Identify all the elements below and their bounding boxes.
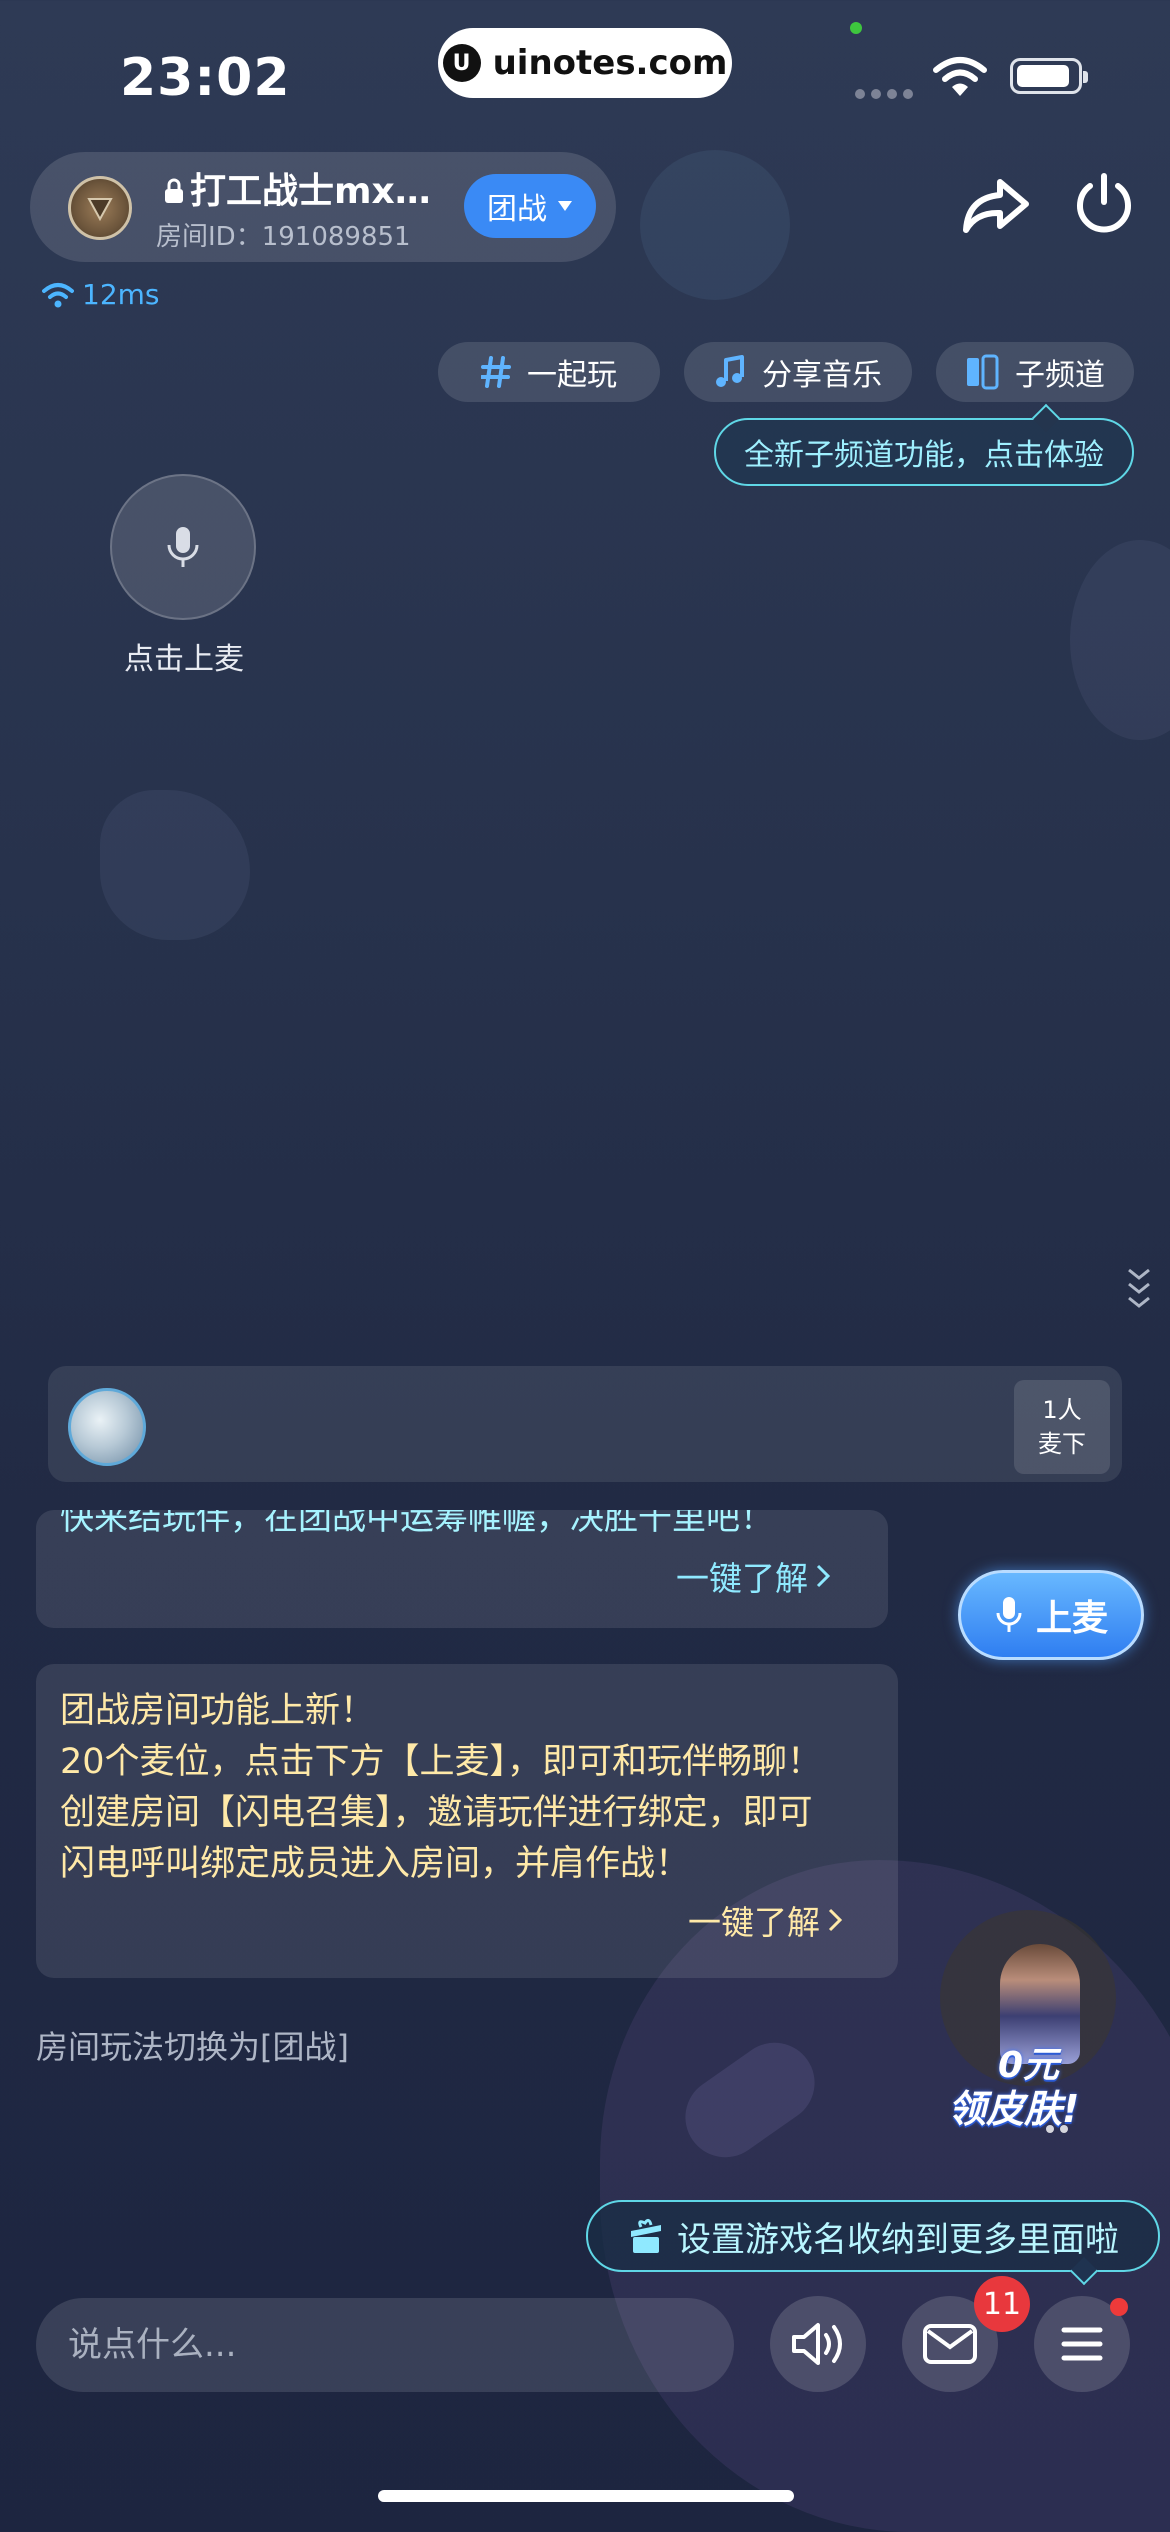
speaker-button[interactable] xyxy=(770,2296,866,2392)
chat-message-text: 团战房间功能上新！ 20个麦位，点击下方【上麦】，即可和玩伴畅聊！ 创建房间【闪… xyxy=(60,1686,822,1890)
microphone-icon xyxy=(167,527,199,567)
system-message: 房间玩法切换为[团战] xyxy=(36,2028,349,2066)
brand-logo-icon: U xyxy=(442,44,481,82)
wifi-icon xyxy=(932,56,988,102)
member-avatar[interactable] xyxy=(68,1388,146,1466)
chat-line: 团战房间功能上新！ xyxy=(60,1691,376,1731)
chip-label: 分享音乐 xyxy=(762,358,882,393)
room-title: 打工战士mx… xyxy=(162,162,431,214)
latency-value: 12ms xyxy=(82,278,160,311)
network-latency: 12ms xyxy=(42,278,160,311)
chat-input[interactable] xyxy=(36,2298,734,2392)
chip-label: 子频道 xyxy=(1015,358,1105,393)
chat-message-card: 团战房间功能上新！ 20个麦位，点击下方【上麦】，即可和玩伴畅聊！ 创建房间【闪… xyxy=(36,1664,898,1978)
battery-icon xyxy=(1010,58,1088,94)
take-mic-button[interactable]: 上麦 xyxy=(958,1570,1144,1660)
chat-message-text: 快来结玩伴，在团战中运筹帷幄，决胜千里吧！ xyxy=(60,1510,774,1538)
chip-play-together[interactable]: 一起玩 xyxy=(438,342,660,402)
chevron-right-icon xyxy=(816,1564,830,1588)
promo-free-skin-badge[interactable]: 0元 领皮肤! xyxy=(940,1910,1130,2133)
exit-room-power-icon[interactable] xyxy=(1070,170,1138,242)
subchannel-icon xyxy=(967,354,999,390)
room-mode-label: 团战 xyxy=(487,192,547,227)
chip-label: 一起玩 xyxy=(527,358,617,393)
decorative-blob xyxy=(1070,540,1170,740)
take-mic-label: 上麦 xyxy=(1035,1598,1108,1639)
room-id: 房间ID：191089851 xyxy=(156,222,411,252)
tip-banner-text: 设置游戏名收纳到更多里面啦 xyxy=(677,2219,1119,2260)
room-mode-dropdown[interactable]: 团战 xyxy=(464,174,596,238)
offmic-label: 麦下 xyxy=(1038,1430,1086,1458)
menu-notification-dot xyxy=(1110,2298,1128,2316)
share-icon[interactable] xyxy=(960,176,1032,240)
chat-line: 20个麦位，点击下方【上麦】，即可和玩伴畅聊！ xyxy=(60,1742,823,1782)
members-bar xyxy=(48,1366,1122,1482)
learn-more-label: 一键了解 xyxy=(688,1903,820,1942)
room-avatar[interactable] xyxy=(68,176,132,240)
brand-label: uinotes.com xyxy=(492,43,728,83)
gift-box-icon xyxy=(631,2218,661,2253)
promo-pager-dots xyxy=(1046,2118,1074,2137)
chip-share-music[interactable]: 分享音乐 xyxy=(684,342,912,402)
cellular-signal-icon xyxy=(855,84,919,103)
chat-line: 闪电呼叫绑定成员进入房间，并肩作战！ xyxy=(60,1844,691,1884)
microphone-icon xyxy=(996,1597,1022,1632)
chat-line: 创建房间【闪电召集】，邀请玩伴进行绑定，即可 xyxy=(60,1793,813,1833)
learn-more-link[interactable]: 一键了解 xyxy=(688,1896,842,1944)
learn-more-label: 一键了解 xyxy=(676,1559,808,1598)
caret-down-icon xyxy=(558,201,572,211)
game-name-tip-banner[interactable]: 设置游戏名收纳到更多里面啦 xyxy=(586,2200,1160,2286)
home-indicator[interactable] xyxy=(378,2490,794,2502)
wifi-latency-icon xyxy=(42,282,74,307)
offmic-members-button[interactable]: 1人 麦下 xyxy=(1014,1380,1110,1474)
offmic-count: 1人 xyxy=(1042,1396,1082,1424)
mail-unread-badge: 11 xyxy=(974,2276,1030,2332)
lock-icon xyxy=(165,178,183,203)
decorative-blob xyxy=(640,150,790,300)
room-title-text: 打工战士mx… xyxy=(190,171,431,212)
speaker-icon xyxy=(792,2323,842,2365)
subchannel-tooltip[interactable]: 全新子频道功能，点击体验 xyxy=(714,403,1134,486)
brand-watermark: U uinotes.com xyxy=(438,28,732,98)
decorative-blob xyxy=(100,790,250,940)
camera-indicator-dot xyxy=(850,22,862,34)
music-note-icon xyxy=(716,355,744,387)
learn-more-link[interactable]: 一键了解 xyxy=(676,1552,830,1600)
status-time: 23:02 xyxy=(120,48,291,108)
mic-seat-button[interactable] xyxy=(110,474,256,620)
hamburger-menu-icon xyxy=(1061,2327,1103,2361)
scroll-down-chevrons-icon[interactable] xyxy=(1124,1266,1154,1320)
subchannel-tooltip-text: 全新子频道功能，点击体验 xyxy=(744,438,1104,473)
chip-subchannel[interactable]: 子频道 xyxy=(936,342,1134,402)
hash-icon xyxy=(481,356,511,388)
mic-seat-label: 点击上麦 xyxy=(124,642,244,677)
mail-icon xyxy=(923,2324,977,2364)
chevron-right-icon xyxy=(828,1908,842,1932)
chat-message-card: 快来结玩伴，在团战中运筹帷幄，决胜千里吧！ 一键了解 xyxy=(36,1510,888,1628)
